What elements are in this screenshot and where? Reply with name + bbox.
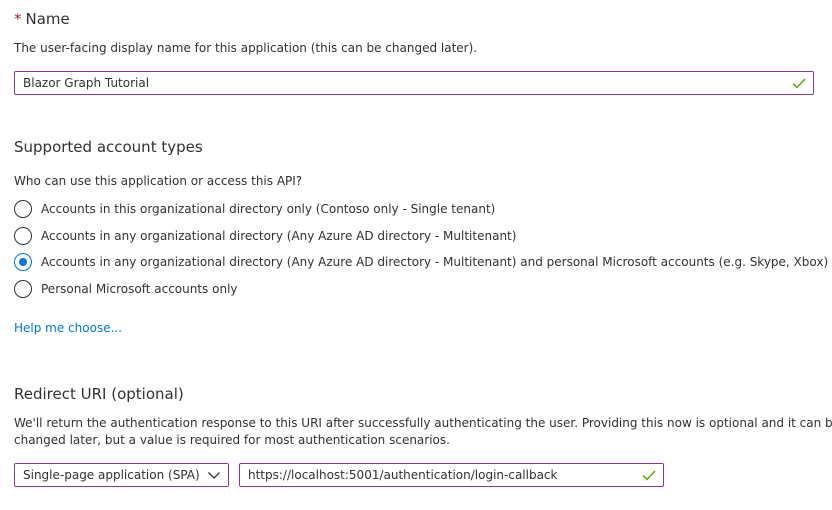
- redirect-uri-input[interactable]: https://localhost:5001/authentication/lo…: [239, 463, 664, 487]
- radio-label: Personal Microsoft accounts only: [41, 281, 238, 296]
- account-types-radio-group: Accounts in this organizational director…: [14, 198, 828, 300]
- required-marker: *: [14, 10, 22, 28]
- radio-button[interactable]: [14, 200, 32, 218]
- redirect-uri-description-line1: We'll return the authentication response…: [14, 416, 832, 430]
- radio-option-single-tenant[interactable]: Accounts in this organizational director…: [14, 198, 828, 220]
- redirect-uri-heading: Redirect URI (optional): [14, 385, 184, 403]
- help-me-choose-link[interactable]: Help me choose...: [14, 321, 122, 335]
- account-types-heading: Supported account types: [14, 138, 203, 156]
- radio-button-selected[interactable]: [14, 253, 32, 271]
- name-input[interactable]: Blazor Graph Tutorial: [14, 71, 814, 95]
- name-label: Name: [25, 10, 70, 28]
- radio-label: Accounts in any organizational directory…: [41, 255, 829, 269]
- platform-select[interactable]: Single-page application (SPA): [14, 463, 229, 487]
- radio-option-multitenant-personal[interactable]: Accounts in any organizational directory…: [14, 251, 828, 273]
- name-input-value[interactable]: Blazor Graph Tutorial: [15, 76, 791, 90]
- chevron-down-icon: [208, 472, 220, 479]
- radio-label: Accounts in this organizational director…: [41, 202, 496, 216]
- redirect-uri-description-line2: changed later, but a value is required f…: [14, 433, 450, 447]
- name-heading: * Name: [14, 9, 70, 29]
- name-description: The user-facing display name for this ap…: [14, 41, 478, 55]
- redirect-uri-input-value[interactable]: https://localhost:5001/authentication/lo…: [240, 468, 641, 482]
- radio-button[interactable]: [14, 279, 32, 298]
- radio-option-personal-only[interactable]: Personal Microsoft accounts only: [14, 278, 828, 300]
- radio-button[interactable]: [14, 226, 32, 245]
- check-icon: [642, 470, 656, 481]
- platform-select-value: Single-page application (SPA): [23, 468, 200, 482]
- check-icon: [792, 78, 806, 89]
- radio-label: Accounts in any organizational directory…: [41, 228, 517, 243]
- radio-option-multitenant[interactable]: Accounts in any organizational directory…: [14, 225, 828, 247]
- account-types-question: Who can use this application or access t…: [14, 174, 303, 188]
